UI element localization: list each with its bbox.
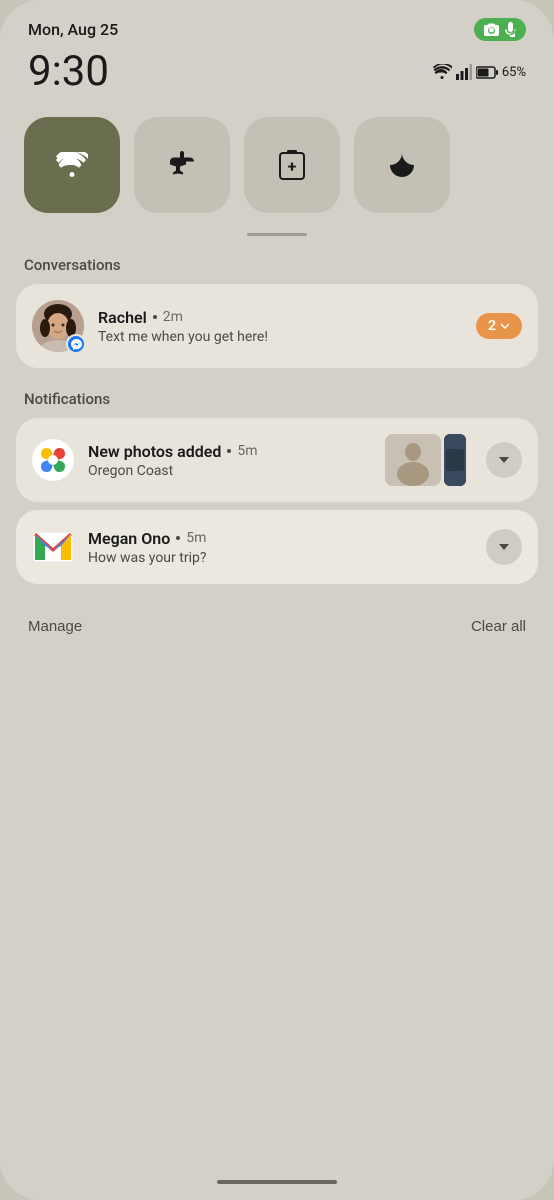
megan-name: Megan Ono — [88, 529, 170, 548]
gmail-chevron-down-icon — [499, 544, 509, 550]
notifications-section-label: Notifications — [0, 390, 554, 418]
camera-icon — [484, 23, 499, 36]
rachel-notif-text: Rachel 2m Text me when you get here! — [98, 308, 462, 345]
mic-icon — [505, 22, 516, 37]
signal-icon — [456, 64, 472, 80]
battery-saver-qs-icon: + — [279, 150, 305, 180]
conversations-list: Rachel 2m Text me when you get here! 2 — [0, 284, 554, 390]
messenger-icon — [71, 339, 82, 350]
conversations-section-label: Conversations — [0, 256, 554, 284]
svg-text:+: + — [288, 157, 297, 176]
rachel-notif-title: Rachel 2m — [98, 308, 462, 327]
rachel-name: Rachel — [98, 308, 147, 327]
photos-notif-text: New photos added 5m Oregon Coast — [88, 442, 371, 479]
thumbnail-1 — [385, 434, 441, 486]
screen: Mon, Aug 25 9:30 — [0, 0, 554, 1200]
dot-sep-3 — [176, 536, 180, 540]
home-bar — [217, 1180, 337, 1184]
moon-qs-icon — [388, 151, 416, 179]
wifi-status-icon — [432, 64, 452, 80]
dot-sep — [153, 315, 157, 319]
gmail-notif-text: Megan Ono 5m How was your trip? — [88, 529, 472, 566]
qs-tile-airplane[interactable] — [134, 117, 230, 213]
conversation-card-rachel[interactable]: Rachel 2m Text me when you get here! 2 — [16, 284, 538, 368]
camera-mic-indicator — [474, 18, 526, 41]
status-icons: 65% — [432, 64, 526, 80]
google-photos-app-icon — [32, 439, 74, 481]
notification-actions: Manage Clear all — [0, 606, 554, 639]
messenger-badge — [66, 334, 86, 354]
notification-card-gmail[interactable]: Megan Ono 5m How was your trip? — [16, 510, 538, 584]
gmail-expand-btn[interactable] — [486, 529, 522, 565]
status-right-top — [474, 18, 526, 41]
qs-tile-battery-saver[interactable]: + — [244, 117, 340, 213]
gmail-notif-title: Megan Ono 5m — [88, 529, 472, 548]
status-date: Mon, Aug 25 — [28, 20, 118, 39]
gmail-svg — [33, 532, 73, 562]
section-divider — [247, 233, 307, 236]
photos-chevron-down-icon — [499, 457, 509, 463]
clear-all-button[interactable]: Clear all — [471, 614, 526, 639]
rachel-badge-count[interactable]: 2 — [476, 313, 522, 339]
rachel-message: Text me when you get here! — [98, 329, 462, 345]
rachel-avatar-wrap — [32, 300, 84, 352]
badge-chevron-icon — [500, 323, 510, 330]
megan-time: 5m — [186, 530, 206, 546]
status-bar-top: Mon, Aug 25 — [0, 0, 554, 49]
qs-tile-dnd[interactable] — [354, 117, 450, 213]
quick-settings-row: + — [0, 109, 554, 233]
battery-icon — [476, 66, 498, 79]
photos-thumbnail-group — [385, 434, 466, 486]
notifications-list: New photos added 5m Oregon Coast — [0, 418, 554, 606]
qs-tile-wifi[interactable] — [24, 117, 120, 213]
status-bar-time-row: 9:30 65% — [0, 49, 554, 109]
battery-percentage: 65% — [502, 65, 526, 80]
photos-time: 5m — [237, 443, 257, 459]
photos-notif-title: New photos added 5m — [88, 442, 371, 461]
photos-body: Oregon Coast — [88, 463, 371, 479]
photos-expand-btn[interactable] — [486, 442, 522, 478]
notification-card-photos[interactable]: New photos added 5m Oregon Coast — [16, 418, 538, 502]
thumbnail-2 — [444, 434, 466, 486]
wifi-qs-icon — [56, 152, 88, 178]
dot-sep-2 — [227, 449, 231, 453]
photos-title: New photos added — [88, 442, 221, 461]
google-photos-svg — [32, 439, 74, 481]
rachel-time: 2m — [163, 309, 183, 325]
gmail-app-icon — [32, 526, 74, 568]
status-time: 9:30 — [28, 51, 109, 93]
airplane-qs-icon — [167, 150, 197, 180]
manage-button[interactable]: Manage — [28, 614, 82, 639]
megan-body: How was your trip? — [88, 550, 472, 566]
